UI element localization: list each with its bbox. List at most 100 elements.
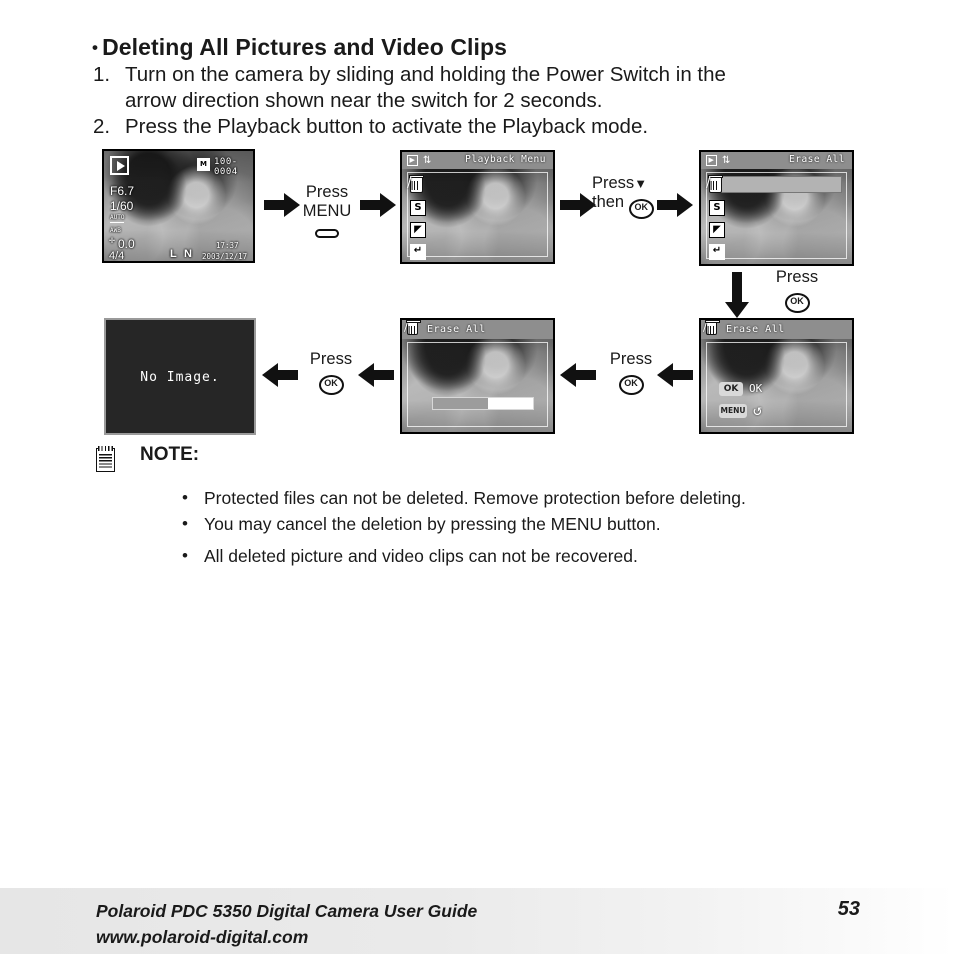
press-menu-line-1: Press [305,183,349,201]
iso-value: AUTO [110,214,125,223]
osd-overlay: M 100-0004 F6.7 1/60 AUTO AWB 0.0 ✛ 4/4 … [104,151,253,261]
step-1-number: 1. [93,63,111,86]
setup-tab-icon[interactable]: ⇅ [721,155,732,166]
menu-frame [407,342,548,427]
selected-row-highlight [709,176,842,193]
label-press-menu: Press MENU [294,183,360,221]
menu-title-bar: ▶ ⇅ Erase All [701,152,852,169]
memory-card-icon: M [197,158,210,171]
trash-slash-icon: / [407,175,424,193]
screen-erase-all-selected: ▶ ⇅ Erase All / S ◤ ↵ [699,150,854,266]
step-2-number: 2. [93,115,111,138]
step-1: 1. Turn on the camera by sliding and hol… [93,62,868,114]
exposure-compensation-value: 0.0 [118,237,135,251]
step-2: 2. Press the Playback button to activate… [93,114,868,140]
erase-progress-fill [433,398,488,409]
arrow-left-2 [560,362,596,388]
step-1-line-1: Turn on the camera by sliding and holdin… [125,63,726,86]
exposure-compensation-icon: ✛ [109,235,116,246]
note-item: You may cancel the deletion by pressing … [180,511,896,537]
notepad-icon [96,446,115,472]
menu-title: Playback Menu [465,154,546,165]
footer-url: www.polaroid-digital.com [96,927,309,947]
then-label: then [592,193,625,211]
trash-slash-icon: / [706,175,723,193]
screen-erase-all-progress: / Erase All [400,318,555,434]
trash-slash-icon: / [703,320,720,335]
workflow-diagram: M 100-0004 F6.7 1/60 AUTO AWB 0.0 ✛ 4/4 … [0,0,954,954]
white-balance-value: AWB [110,227,121,234]
menu-frame [407,172,548,257]
document-page: • Deleting All Pictures and Video Clips 1… [0,0,954,954]
ok-button-chip[interactable]: OK [719,382,743,396]
setup-tab-icon[interactable]: ⇅ [422,155,433,166]
note-title: NOTE: [140,444,200,465]
heading-text: Deleting All Pictures and Video Clips [102,34,508,60]
menu-item-dpof-print[interactable]: ◤ [410,222,428,240]
aperture-value: F6.7 [110,184,135,198]
capture-time: 17:37 [216,241,239,250]
menu-item-erase-all[interactable]: / [706,175,727,195]
cancel-action-icon: ↺ [753,401,763,419]
note-item: Protected files can not be deleted. Remo… [180,485,896,511]
menu-title: Erase All [789,154,845,165]
arrow-right-4 [657,192,693,218]
menu-item-erase-all[interactable]: / [407,175,428,195]
label-press-ok-vertical: Press OK [762,268,832,313]
page-footer: Polaroid PDC 5350 Digital Camera User Gu… [0,888,954,954]
playback-mode-icon [110,156,129,175]
shutter-speed-value: 1/60 [110,199,134,213]
menu-item-dpof-print[interactable]: ◤ [709,222,727,240]
arrow-down-1 [724,272,750,318]
screen-no-image: No Image. [104,318,256,435]
ok-button-icon: OK [628,199,654,219]
trash-slash-icon: / [404,320,421,335]
menu-title-bar: / Erase All [701,320,852,339]
ok-button-icon: OK [618,375,644,395]
s-icon: S [410,200,426,216]
press-label: Press [309,350,353,368]
no-image-message: No Image. [140,370,220,385]
ok-action-label: OK [749,382,763,395]
step-1-line-2: arrow direction shown near the switch fo… [125,89,603,112]
press-line-1: Press [592,174,635,192]
screen-erase-all-confirm: / Erase All OK OK MENU ↺ [699,318,854,434]
menu-button-chip[interactable]: MENU [719,404,747,418]
ok-button-icon: OK [318,375,344,395]
page-title: • Deleting All Pictures and Video Clips [92,34,507,61]
arrow-right-2 [360,192,396,218]
menu-title-bar: / Erase All [402,320,553,339]
print-icon: ◤ [709,222,725,238]
menu-item-exit[interactable]: ↵ [410,244,428,262]
playback-tab-icon[interactable]: ▶ [706,155,717,166]
print-icon: ◤ [410,222,426,238]
ok-button-icon: OK [784,293,810,313]
erase-progress-bar [432,397,534,410]
image-quality-icon: N [184,248,192,260]
label-press-down-then-ok: Press▼ then OK [592,174,664,219]
page-number: 53 [837,898,860,920]
step-2-line-1: Press the Playback button to activate th… [125,115,649,138]
arrow-left-4 [262,362,298,388]
image-size-icon: L [170,248,177,260]
screen-playback-menu: ▶ ⇅ Playback Menu / S ◤ ↵ [400,150,555,264]
note-list: Protected files can not be deleted. Remo… [140,485,896,570]
label-press-ok-right: Press OK [596,350,666,395]
note-item: All deleted picture and video clips can … [180,543,896,569]
return-arrow-icon: ↵ [410,244,426,260]
label-press-ok-left: Press OK [296,350,366,395]
capture-date: 2003/12/17 [202,252,248,261]
s-icon: S [709,200,725,216]
press-label: Press [609,350,653,368]
menu-item-slide-show[interactable]: S [410,200,428,218]
menu-title: Erase All [726,324,785,335]
footer-title: Polaroid PDC 5350 Digital Camera User Gu… [96,901,478,921]
heading-bullet: • [92,38,99,57]
file-number: 100-0004 [214,157,238,177]
menu-item-exit[interactable]: ↵ [709,244,727,262]
playback-tab-icon[interactable]: ▶ [407,155,418,166]
press-label: Press [775,268,819,286]
menu-title: Erase All [427,324,486,335]
menu-item-slide-show[interactable]: S [709,200,727,218]
menu-title-bar: ▶ ⇅ Playback Menu [402,152,553,169]
